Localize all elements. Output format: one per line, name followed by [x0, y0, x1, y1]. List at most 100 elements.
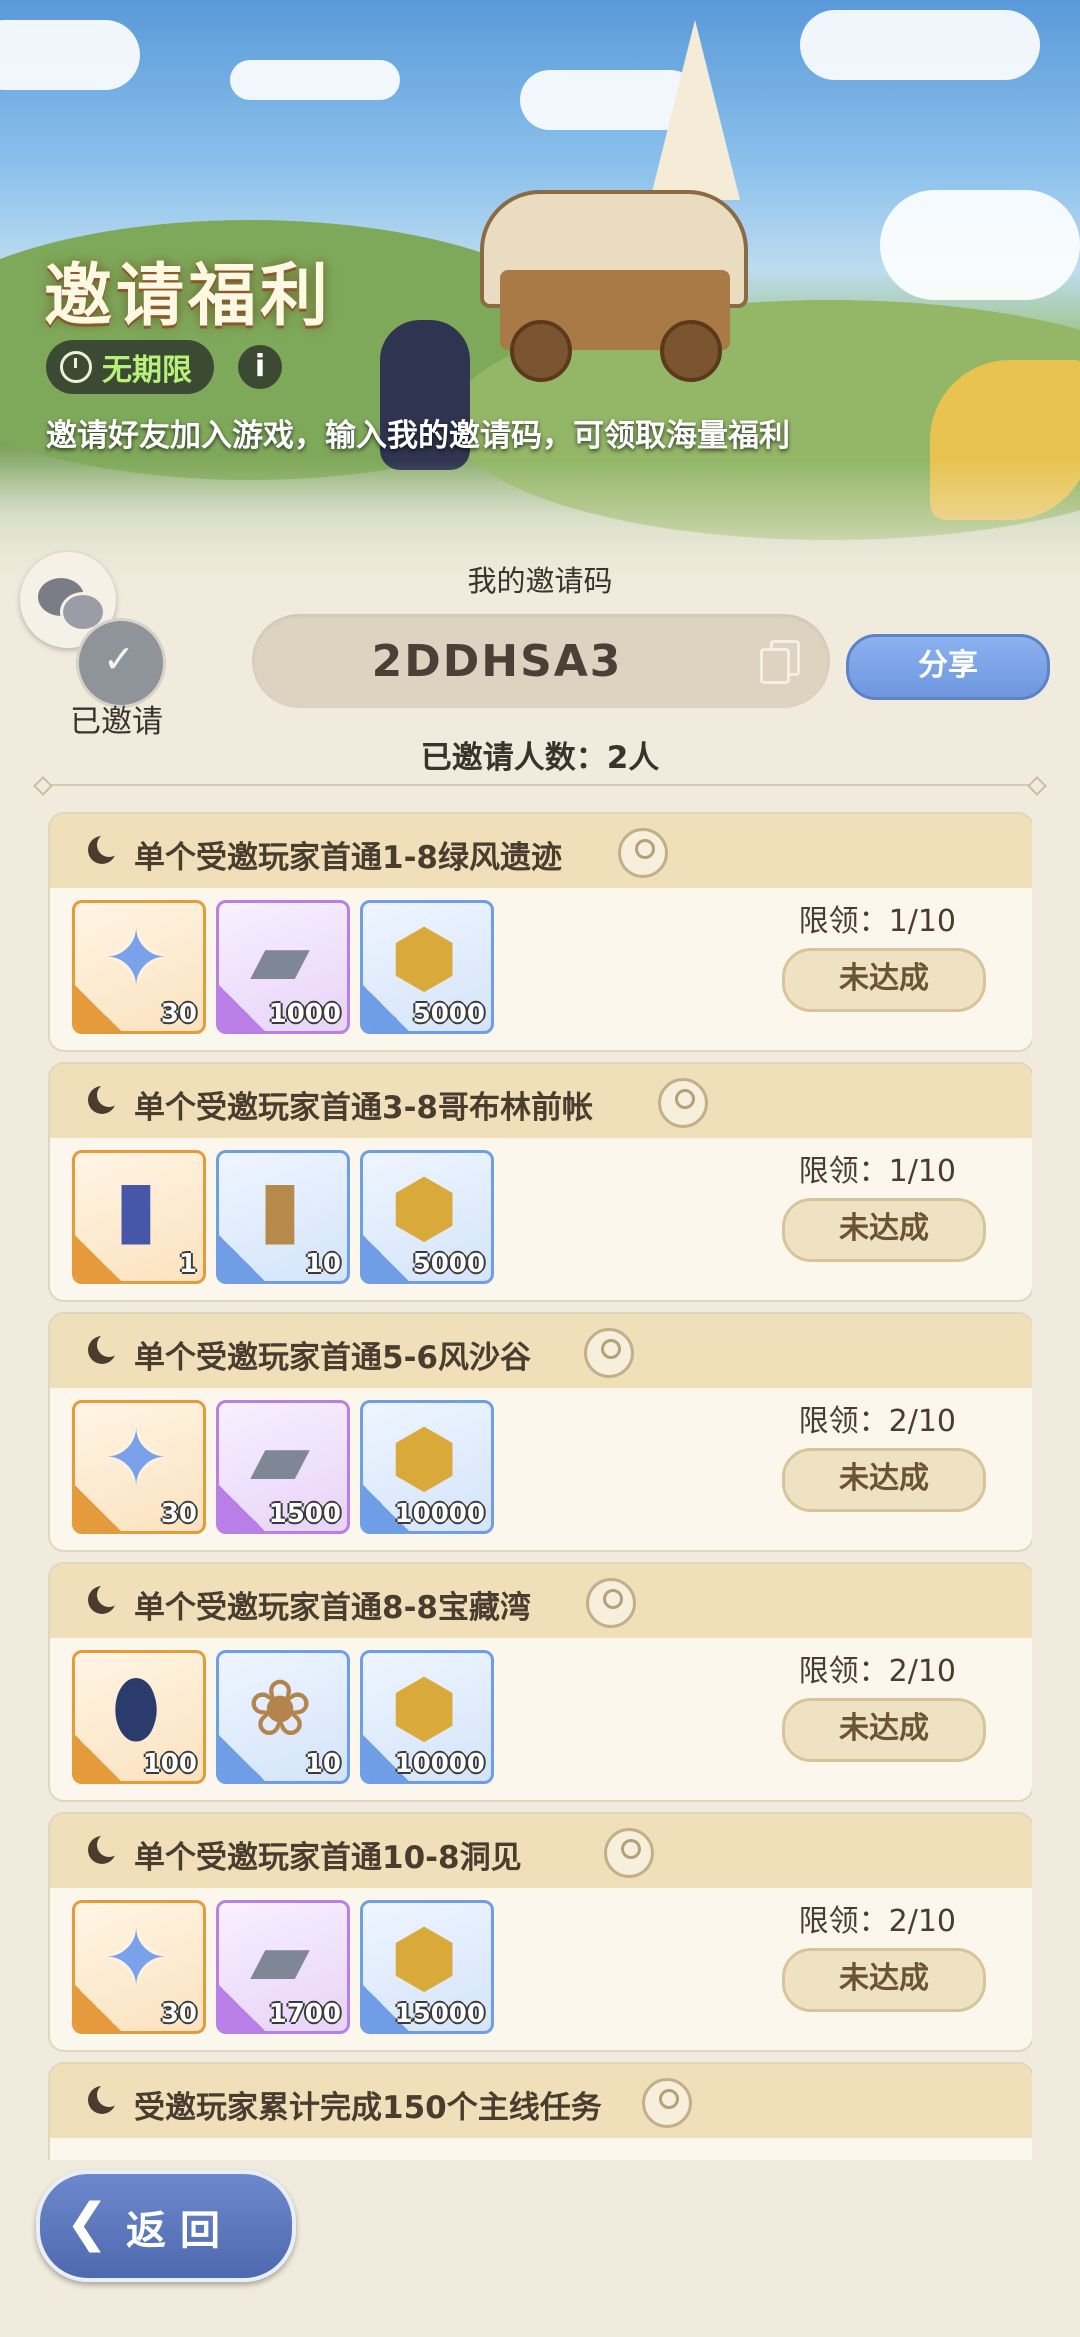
task-title: 单个受邀玩家首通10-8洞见 [134, 1840, 522, 1876]
back-button[interactable]: ❮ 返回 [36, 2170, 296, 2282]
task-header: 单个受邀玩家首通3-8哥布林前帐 [50, 1064, 1032, 1138]
reward-item[interactable]: ⬢ 5000 [360, 1150, 494, 1284]
moon-icon [88, 1833, 121, 1864]
reward-quantity: 10000 [394, 1749, 485, 1779]
friend-portrait-icon[interactable] [586, 1578, 636, 1628]
paw-bag-icon: ❀ [247, 1664, 313, 1754]
reward-quantity: 100 [142, 1749, 197, 1779]
invite-code-title: 我的邀请码 [467, 564, 613, 598]
reward-list: ✦ 30 ▰ 1000 ⬢ 5000 [72, 900, 494, 1034]
reward-list: ✦ 30 ▰ 1500 ⬢ 10000 [72, 1400, 494, 1534]
reward-item[interactable]: ✦ 30 [72, 900, 206, 1034]
claim-limit: 限领：2/10 [798, 1654, 956, 1689]
reward-item[interactable]: ▰ 1000 [216, 900, 350, 1034]
star-crystal-icon: ✦ [103, 914, 169, 1004]
reward-item[interactable]: ✦ 30 [72, 1400, 206, 1534]
reward-list: ✦ 30 ▰ 1700 ⬢ 15000 [72, 1900, 494, 2034]
reward-item[interactable]: ⬢ 15000 [360, 1900, 494, 2034]
star-crystal-icon: ✦ [103, 1914, 169, 2004]
task-card: 单个受邀玩家首通3-8哥布林前帐 ▮ 1 ▮ 10 ⬢ 5000 限领：1/10 未达成 [48, 1062, 1032, 1302]
invite-code: 2DDHSA3 [371, 636, 623, 687]
section-divider [44, 784, 1036, 786]
moon-icon [88, 833, 121, 864]
friend-portrait-icon[interactable] [604, 1828, 654, 1878]
task-header: 单个受邀玩家首通5-6风沙谷 [50, 1314, 1032, 1388]
reward-list: ▮ 1 ▮ 10 ⬢ 5000 [72, 1150, 494, 1284]
gold-coin-icon: ⬢ [389, 1164, 459, 1254]
event-banner: 邀请福利 无期限 i 邀请好友加入游戏，输入我的邀请码，可领取海量福利 [0, 0, 1080, 600]
invited-count: 已邀请人数：2人 [420, 740, 660, 776]
claim-limit: 限领：2/10 [798, 1904, 956, 1939]
reward-quantity: 1700 [268, 1999, 341, 2029]
claim-limit: 限领：1/10 [798, 1154, 956, 1189]
reward-item[interactable]: ▮ 10 [216, 1150, 350, 1284]
reward-item[interactable]: ⬢ 5000 [360, 900, 494, 1034]
task-card: 单个受邀玩家首通8-8宝藏湾 ⬮ 100 ❀ 10 ⬢ 10000 限领：2/10 未达成 [48, 1562, 1032, 1802]
friend-portrait-icon[interactable] [658, 1078, 708, 1128]
task-title: 单个受邀玩家首通3-8哥布林前帐 [134, 1090, 594, 1126]
friend-portrait-icon[interactable] [584, 1328, 634, 1378]
reward-item[interactable]: ✦ 30 [72, 1900, 206, 2034]
claim-status-button[interactable]: 未达成 [782, 1948, 986, 2012]
task-header: 单个受邀玩家首通10-8洞见 [50, 1814, 1032, 1888]
reward-quantity: 10000 [394, 1499, 485, 1529]
task-header: 单个受邀玩家首通8-8宝藏湾 [50, 1564, 1032, 1638]
claim-status-button[interactable]: 未达成 [782, 1448, 986, 1512]
reward-quantity: 10 [304, 1749, 341, 1779]
copy-icon[interactable] [760, 640, 800, 684]
silver-ingot-icon: ▰ [250, 914, 310, 1004]
caravan-illustration [440, 20, 780, 382]
claim-status-button[interactable]: 未达成 [782, 1198, 986, 1262]
reward-quantity: 30 [160, 1999, 197, 2029]
reward-item[interactable]: ▰ 1500 [216, 1400, 350, 1534]
reward-quantity: 10 [304, 1249, 341, 1279]
reward-item[interactable]: ▰ 1700 [216, 1900, 350, 2034]
task-list[interactable]: 单个受邀玩家首通1-8绿风遗迹 ✦ 30 ▰ 1000 ⬢ 5000 限领：1/10 未达成 单个… [48, 812, 1032, 2160]
duration-text: 无期限 [102, 353, 192, 388]
reward-quantity: 1000 [268, 999, 341, 1029]
reward-item[interactable]: ▮ 1 [72, 1150, 206, 1284]
rune-egg-icon: ⬮ [111, 1664, 161, 1754]
back-arrow-icon: ❮ [65, 2193, 109, 2253]
reward-quantity: 30 [160, 1499, 197, 1529]
gold-coin-icon: ⬢ [389, 1914, 459, 2004]
claim-limit: 限领：1/10 [798, 904, 956, 939]
star-scroll-icon: ▮ [258, 1164, 302, 1254]
silver-ingot-icon: ▰ [250, 1414, 310, 1504]
gold-coin-icon: ⬢ [389, 914, 459, 1004]
reward-item[interactable]: ❀ 10 [216, 1650, 350, 1784]
share-button[interactable]: 分享 [846, 634, 1050, 700]
moon-icon [88, 2083, 121, 2114]
friend-portrait-icon[interactable] [642, 2078, 692, 2128]
moon-icon [88, 1333, 121, 1364]
moon-icon [88, 1583, 121, 1614]
reward-item[interactable]: ⬮ 100 [72, 1650, 206, 1784]
reward-item[interactable]: ⬢ 10000 [360, 1650, 494, 1784]
task-title: 单个受邀玩家首通8-8宝藏湾 [134, 1590, 532, 1626]
star-crystal-icon: ✦ [103, 1414, 169, 1504]
task-header: 受邀玩家累计完成150个主线任务 [50, 2064, 1032, 2138]
reward-quantity: 1 [178, 1249, 197, 1279]
gold-coin-icon: ⬢ [389, 1414, 459, 1504]
friend-portrait-icon[interactable] [618, 828, 668, 878]
banner-title: 邀请福利 [44, 257, 333, 336]
claim-status-button[interactable]: 未达成 [782, 1698, 986, 1762]
silver-ingot-icon: ▰ [250, 1914, 310, 2004]
invited-list-icon[interactable] [76, 618, 166, 708]
clock-icon [60, 351, 92, 383]
invite-code-box: 2DDHSA3 [252, 614, 830, 708]
claim-status-button[interactable]: 未达成 [782, 948, 986, 1012]
info-icon[interactable]: i [238, 345, 282, 389]
moon-icon [88, 1083, 121, 1114]
reward-quantity: 5000 [412, 999, 485, 1029]
gold-coin-icon: ⬢ [389, 1664, 459, 1754]
back-label: 返回 [126, 2208, 234, 2254]
reward-quantity: 5000 [412, 1249, 485, 1279]
reward-quantity: 1500 [268, 1499, 341, 1529]
task-title: 受邀玩家累计完成150个主线任务 [134, 2090, 602, 2126]
task-title: 单个受邀玩家首通1-8绿风遗迹 [134, 840, 563, 876]
reward-item[interactable]: ⬢ 10000 [360, 1400, 494, 1534]
task-card: 单个受邀玩家首通1-8绿风遗迹 ✦ 30 ▰ 1000 ⬢ 5000 限领：1/10 未达成 [48, 812, 1032, 1052]
task-card: 单个受邀玩家首通10-8洞见 ✦ 30 ▰ 1700 ⬢ 15000 限领：2/10 未达成 [48, 1812, 1032, 2052]
banner-description: 邀请好友加入游戏，输入我的邀请码，可领取海量福利 [46, 418, 790, 454]
